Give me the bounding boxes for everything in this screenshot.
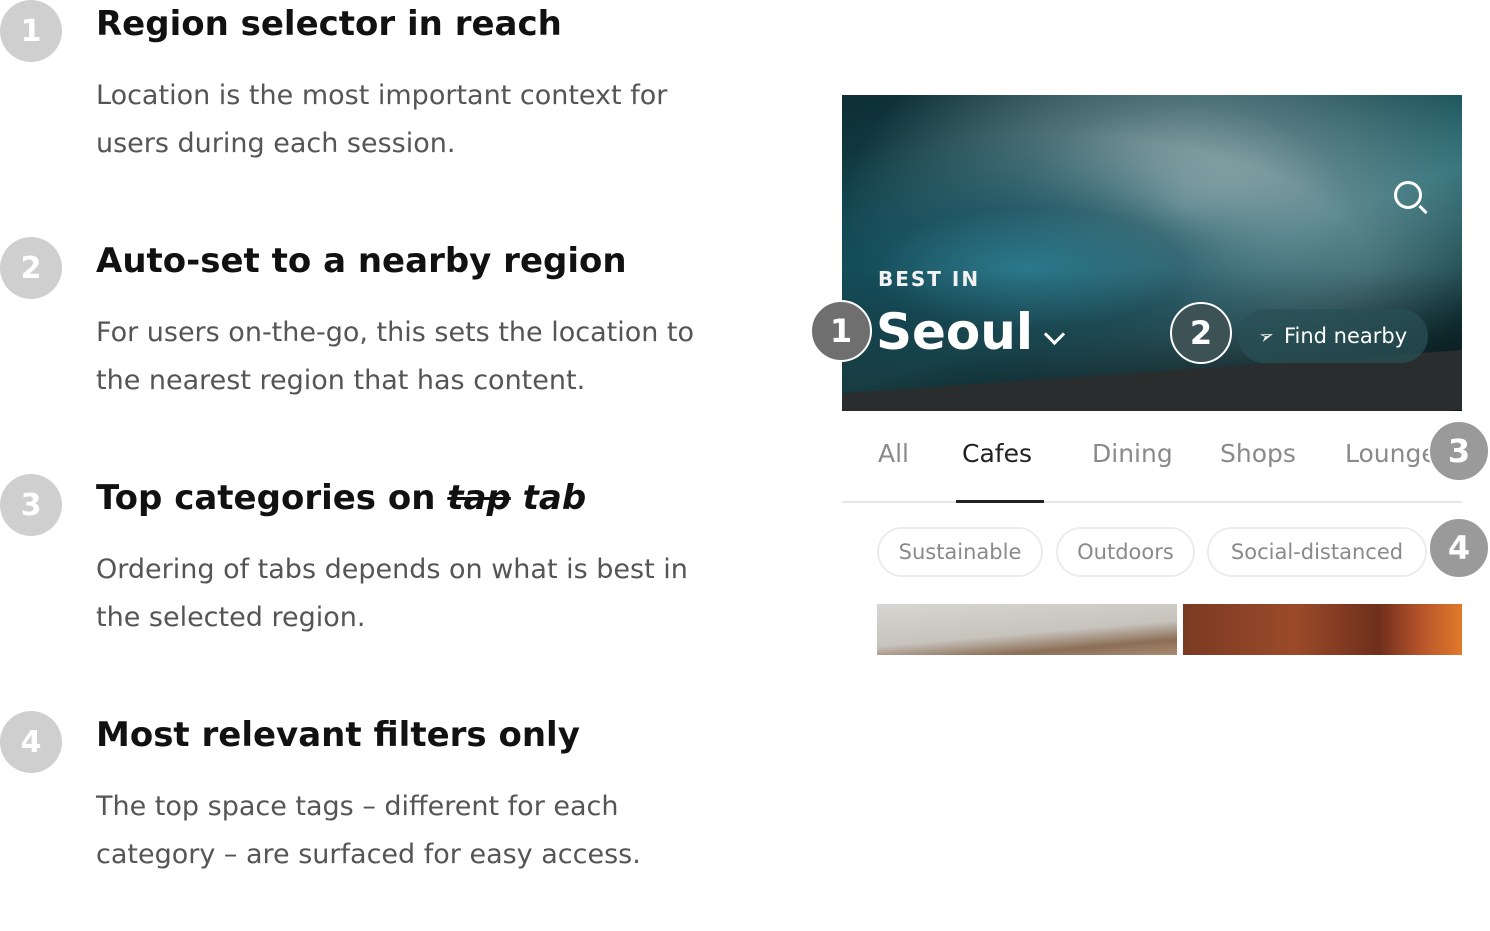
filter-chip-outdoors[interactable]: Outdoors [1056,527,1195,577]
tab-all[interactable]: All [878,439,909,468]
note-title-strikethrough: tap [447,478,511,518]
callout-badge-2: 2 [1170,302,1232,364]
category-tabs: All Cafes Dining Shops Lounges [842,425,1462,503]
note-body: For users on-the-go, this sets the locat… [96,317,695,396]
active-tab-indicator [956,500,1044,503]
callout-badge-3: 3 [1428,420,1490,482]
callout-badge-1: 1 [810,300,872,362]
find-nearby-label: Find nearby [1283,324,1408,348]
find-nearby-button[interactable]: ➢ Find nearby [1238,309,1428,363]
tab-lounges[interactable]: Lounges [1345,439,1430,468]
note-title: Region selector in reach [96,4,562,44]
tab-shops[interactable]: Shops [1220,439,1296,468]
chevron-down-icon [1043,323,1066,345]
note-title: Top categories on tap tab [96,478,586,518]
space-thumbnail[interactable] [877,604,1177,655]
note-title: Most relevant filters only [96,715,580,755]
hero-eyebrow: BEST IN [878,267,981,291]
note-body: Ordering of tabs depends on what is best… [96,554,688,633]
location-arrow-icon: ➢ [1255,323,1278,349]
region-name: Seoul [876,303,1034,361]
tabs-scroll-area: All Cafes Dining Shops Lounges [842,425,1430,503]
filter-chip-sustainable[interactable]: Sustainable [877,527,1043,577]
hero-banner: BEST IN Seoul ➢ Find nearby [842,95,1462,411]
step-number-badge: 3 [0,474,62,536]
search-icon[interactable] [1394,181,1422,209]
step-number-badge: 4 [0,711,62,773]
tab-dining[interactable]: Dining [1092,439,1173,468]
note-title-suffix: tab [510,478,587,518]
step-number-badge: 1 [0,0,62,62]
note-title: Auto-set to a nearby region [96,241,627,281]
step-number-badge: 2 [0,237,62,299]
callout-badge-4: 4 [1428,517,1490,579]
filter-chip-social-distanced[interactable]: Social-distanced [1207,527,1427,577]
space-thumbnail[interactable] [1183,604,1462,655]
tabs-divider [842,501,1462,503]
note-title-prefix: Top categories on [96,478,448,518]
note-body: Location is the most important context f… [96,80,668,159]
tab-cafes[interactable]: Cafes [962,439,1032,468]
note-body: The top space tags – different for each … [96,791,641,870]
region-selector[interactable]: Seoul [876,303,1066,361]
